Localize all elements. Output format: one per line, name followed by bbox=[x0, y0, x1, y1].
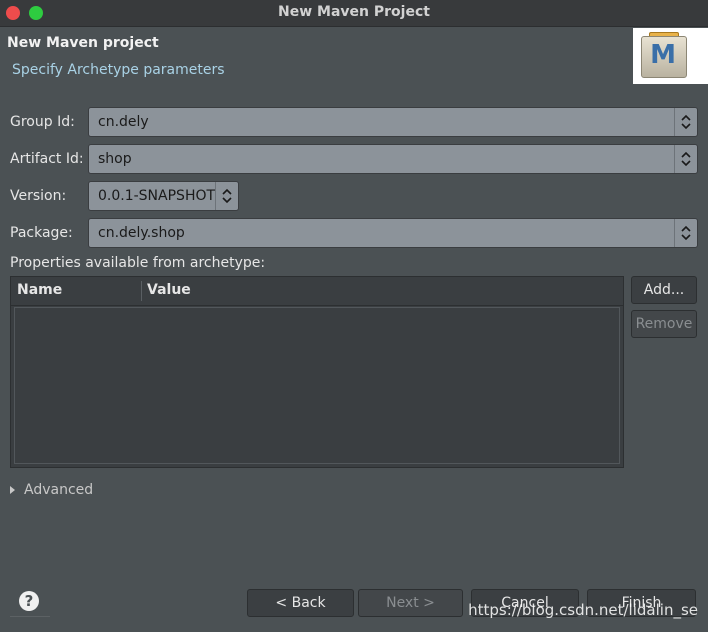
artifact-id-combo[interactable]: shop bbox=[88, 144, 698, 174]
package-value: cn.dely.shop bbox=[98, 225, 185, 241]
help-icon[interactable]: ? bbox=[19, 591, 39, 611]
group-id-label: Group Id: bbox=[10, 114, 75, 130]
next-button[interactable]: Next > bbox=[358, 589, 463, 617]
package-dropdown-arrows-icon[interactable] bbox=[674, 219, 697, 247]
column-header-value[interactable]: Value bbox=[147, 282, 191, 298]
maven-logo-letter: M bbox=[650, 40, 676, 70]
wizard-title: New Maven project bbox=[7, 35, 159, 51]
column-header-name[interactable]: Name bbox=[17, 282, 62, 298]
maven-logo: M bbox=[633, 28, 708, 84]
version-label: Version: bbox=[10, 188, 67, 204]
package-label: Package: bbox=[10, 225, 73, 241]
properties-table-header: Name Value bbox=[11, 277, 623, 306]
expand-triangle-icon bbox=[10, 486, 15, 494]
remove-property-button[interactable]: Remove bbox=[631, 310, 697, 338]
package-combo[interactable]: cn.dely.shop bbox=[88, 218, 698, 248]
properties-label: Properties available from archetype: bbox=[10, 255, 266, 271]
wizard-header: New Maven project Specify Archetype para… bbox=[0, 27, 708, 85]
watermark-text: https://blog.csdn.net/lidalin_se bbox=[468, 601, 698, 619]
version-combo[interactable]: 0.0.1-SNAPSHOT bbox=[88, 181, 239, 211]
back-button[interactable]: < Back bbox=[247, 589, 354, 617]
column-separator[interactable] bbox=[141, 281, 142, 301]
group-id-combo[interactable]: cn.dely bbox=[88, 107, 698, 137]
advanced-label: Advanced bbox=[24, 482, 94, 498]
artifact-id-label: Artifact Id: bbox=[10, 151, 84, 167]
properties-table-body[interactable] bbox=[14, 307, 620, 464]
group-id-value: cn.dely bbox=[98, 114, 149, 130]
artifact-id-dropdown-arrows-icon[interactable] bbox=[674, 145, 697, 173]
wizard-description: Specify Archetype parameters bbox=[12, 62, 225, 78]
artifact-id-value: shop bbox=[98, 151, 132, 167]
advanced-expander[interactable]: Advanced bbox=[10, 482, 93, 498]
help-underline bbox=[10, 616, 50, 617]
version-dropdown-arrows-icon[interactable] bbox=[215, 182, 238, 210]
add-property-button[interactable]: Add... bbox=[631, 276, 697, 304]
window-title: New Maven Project bbox=[278, 4, 430, 20]
window-titlebar: New Maven Project bbox=[0, 0, 708, 27]
version-value: 0.0.1-SNAPSHOT bbox=[98, 188, 216, 204]
properties-table[interactable]: Name Value bbox=[10, 276, 624, 468]
group-id-dropdown-arrows-icon[interactable] bbox=[674, 108, 697, 136]
